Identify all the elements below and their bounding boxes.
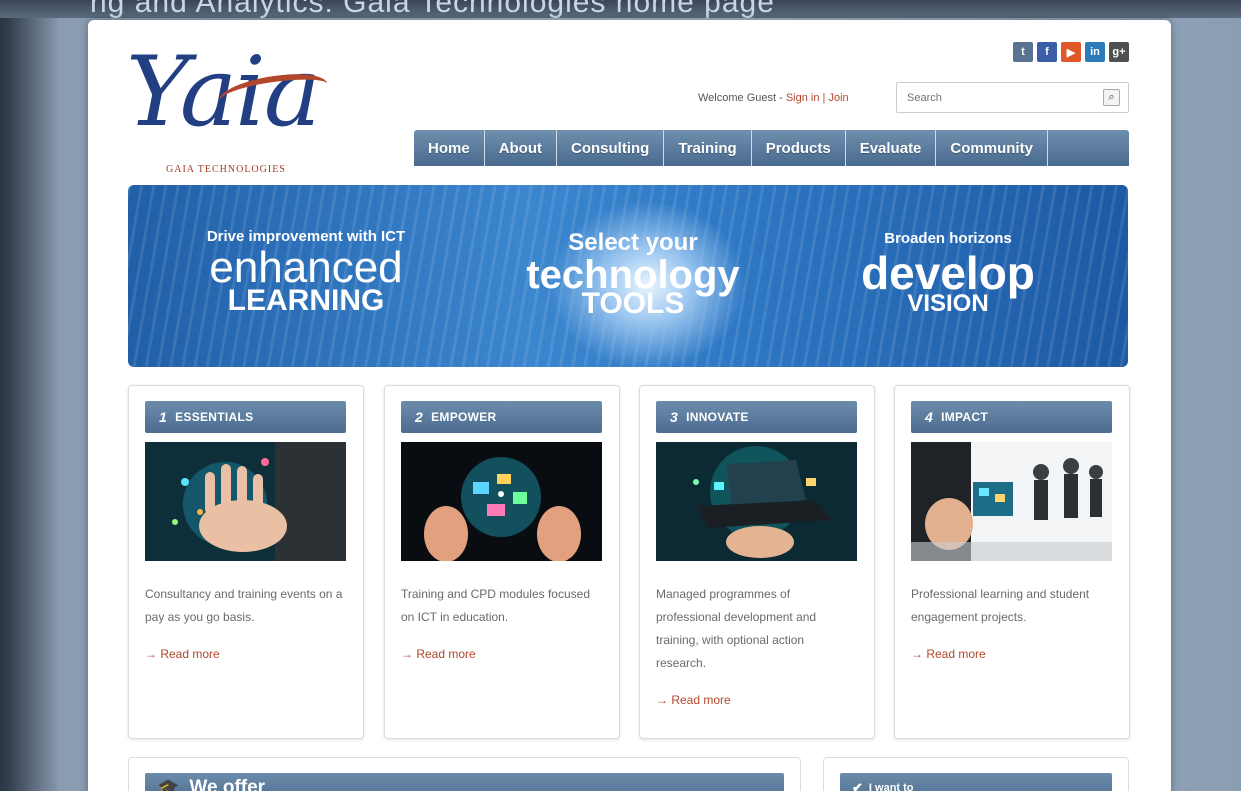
card-empower: 2 EMPOWER Training and CPD modules focuse… bbox=[384, 385, 620, 739]
nav-about[interactable]: About bbox=[485, 130, 558, 166]
join-link[interactable]: Join bbox=[828, 92, 848, 104]
card-header[interactable]: 2 EMPOWER bbox=[401, 401, 602, 433]
card-description: Managed programmes of professional devel… bbox=[656, 583, 856, 712]
card-title: ESSENTIALS bbox=[175, 410, 254, 424]
read-more-link[interactable]: → Read more bbox=[911, 643, 1111, 666]
card-image[interactable] bbox=[911, 442, 1112, 561]
page-container: Yaia GAIA TECHNOLOGIES t f ▶ in g+ Welco… bbox=[88, 20, 1171, 791]
card-number: 2 bbox=[415, 409, 424, 425]
welcome-bar: Welcome Guest - Sign in | Join bbox=[698, 92, 849, 104]
site-logo[interactable]: Yaia GAIA TECHNOLOGIES bbox=[126, 42, 336, 175]
youtube-icon[interactable]: ▶ bbox=[1061, 42, 1081, 62]
card-essentials: 1 ESSENTIALS Consultancy and training eve… bbox=[128, 385, 364, 739]
card-innovate: 3 INNOVATE Managed programmes of professi… bbox=[639, 385, 875, 739]
main-nav: Home About Consulting Training Products … bbox=[414, 130, 1129, 166]
nav-home[interactable]: Home bbox=[414, 130, 485, 166]
we-offer-title: We offer bbox=[189, 777, 266, 791]
banner-tools-small: Select your bbox=[568, 229, 698, 256]
read-more-link[interactable]: → Read more bbox=[656, 689, 856, 712]
card-header[interactable]: 3 INNOVATE bbox=[656, 401, 857, 433]
we-offer-panel: 🎓 We offer bbox=[128, 757, 801, 791]
top-strip-text: ng and Analytics: Gaia Technologies home… bbox=[90, 0, 775, 18]
card-desc-text: Professional learning and student engage… bbox=[911, 587, 1090, 624]
welcome-text: Welcome Guest - bbox=[698, 92, 786, 104]
card-description: Consultancy and training events on a pay… bbox=[145, 583, 345, 666]
read-more-link[interactable]: → Read more bbox=[401, 643, 601, 666]
hero-banner[interactable]: Drive improvement with ICT enhanced LEAR… bbox=[128, 185, 1128, 367]
banner-tools: Select your technology TOOLS bbox=[508, 231, 758, 319]
i-want-to-header[interactable]: ✔ I want to bbox=[840, 773, 1112, 791]
card-impact: 4 IMPACT Professional learning and studen… bbox=[894, 385, 1130, 739]
card-desc-text: Consultancy and training events on a pay… bbox=[145, 587, 343, 624]
nav-evaluate[interactable]: Evaluate bbox=[846, 130, 937, 166]
card-image[interactable] bbox=[145, 442, 346, 561]
graduation-cap-icon: 🎓 bbox=[157, 777, 180, 791]
card-desc-text: Training and CPD modules focused on ICT … bbox=[401, 587, 590, 624]
card-image[interactable] bbox=[656, 442, 857, 561]
facebook-icon[interactable]: f bbox=[1037, 42, 1057, 62]
card-number: 3 bbox=[670, 409, 679, 425]
nav-training[interactable]: Training bbox=[664, 130, 752, 166]
card-desc-text: Managed programmes of professional devel… bbox=[656, 587, 817, 670]
banner-vision: Broaden horizons develop VISION bbox=[828, 231, 1068, 316]
check-icon: ✔ bbox=[852, 780, 863, 791]
linkedin-icon[interactable]: in bbox=[1085, 42, 1105, 62]
card-number: 1 bbox=[159, 409, 168, 425]
we-offer-header[interactable]: 🎓 We offer bbox=[145, 773, 784, 791]
nav-products[interactable]: Products bbox=[752, 130, 846, 166]
card-number: 4 bbox=[925, 409, 934, 425]
card-image[interactable] bbox=[401, 442, 602, 561]
banner-learning-small: Drive improvement with ICT bbox=[206, 228, 406, 245]
tumblr-icon[interactable]: t bbox=[1013, 42, 1033, 62]
search-icon[interactable]: ⌕ bbox=[1103, 89, 1120, 106]
card-title: INNOVATE bbox=[686, 410, 749, 424]
banner-vision-small: Broaden horizons bbox=[884, 230, 1012, 247]
nav-consulting[interactable]: Consulting bbox=[557, 130, 665, 166]
i-want-to-panel: ✔ I want to bbox=[823, 757, 1129, 791]
card-title: IMPACT bbox=[941, 410, 988, 424]
i-want-to-title: I want to bbox=[868, 782, 914, 791]
search-box: ⌕ bbox=[896, 82, 1129, 113]
signin-link[interactable]: Sign in bbox=[786, 92, 820, 104]
banner-learning: Drive improvement with ICT enhanced LEAR… bbox=[186, 229, 426, 316]
card-description: Professional learning and student engage… bbox=[911, 583, 1111, 666]
card-description: Training and CPD modules focused on ICT … bbox=[401, 583, 601, 666]
social-links: t f ▶ in g+ bbox=[1013, 42, 1129, 62]
search-input[interactable] bbox=[897, 83, 1087, 112]
read-more-link[interactable]: → Read more bbox=[145, 643, 345, 666]
logo-tagline: GAIA TECHNOLOGIES bbox=[166, 164, 286, 175]
top-strip: ng and Analytics: Gaia Technologies home… bbox=[0, 0, 1241, 18]
card-title: EMPOWER bbox=[431, 410, 497, 424]
card-header[interactable]: 1 ESSENTIALS bbox=[145, 401, 346, 433]
googleplus-icon[interactable]: g+ bbox=[1109, 42, 1129, 62]
nav-community[interactable]: Community bbox=[936, 130, 1048, 166]
card-header[interactable]: 4 IMPACT bbox=[911, 401, 1112, 433]
